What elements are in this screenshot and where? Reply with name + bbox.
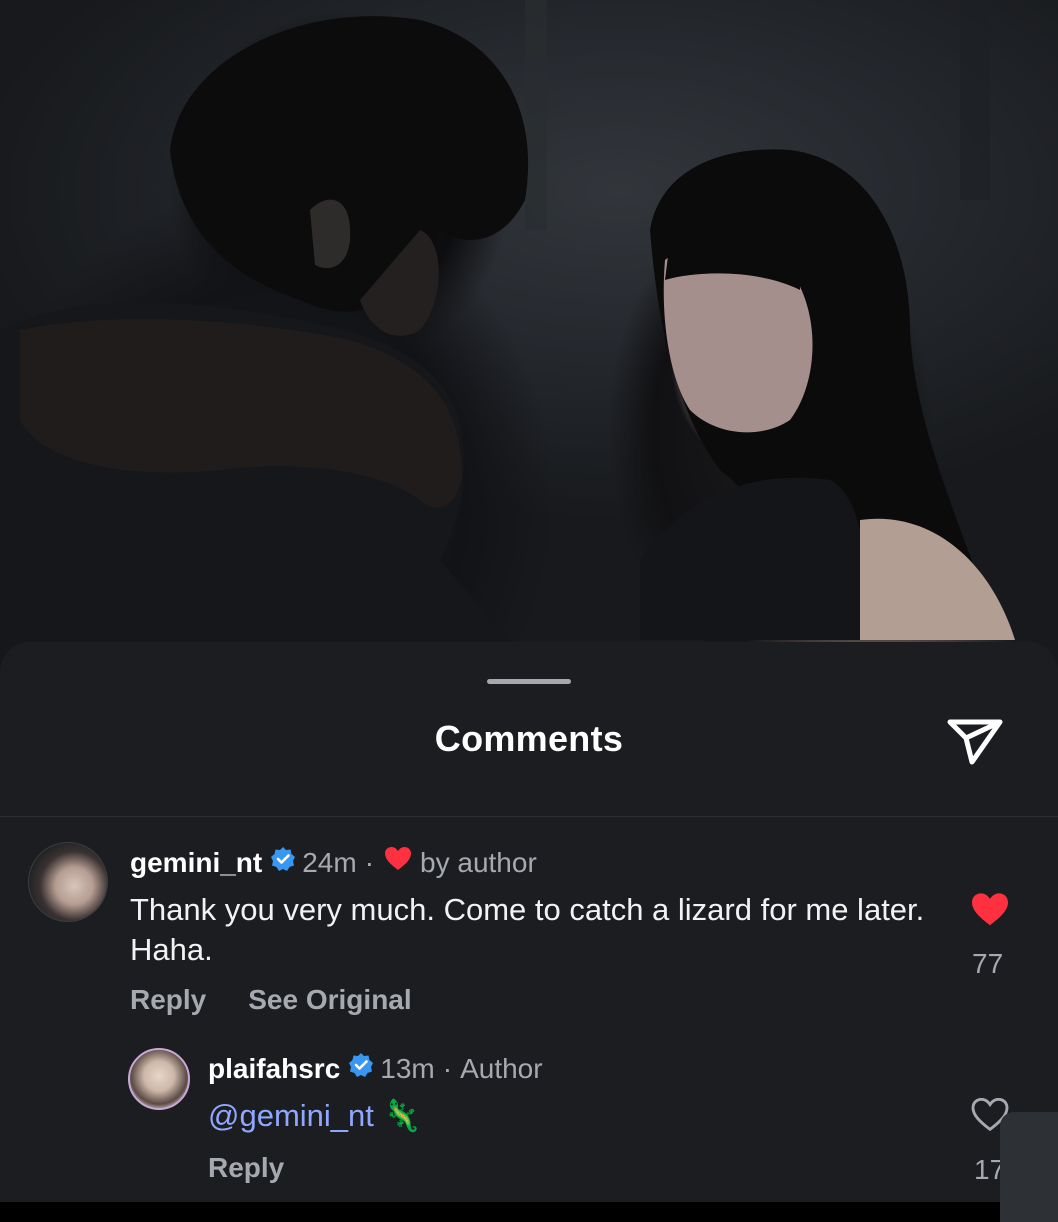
avatar[interactable] [128, 1048, 190, 1110]
verified-badge-icon [270, 846, 296, 879]
photo-scene [0, 0, 1015, 700]
sheet-drag-handle[interactable] [487, 679, 571, 684]
reply-meta: plaifahsrc 13m · Author [208, 1052, 543, 1085]
reply-text: @gemini_nt 🦎 [208, 1096, 421, 1136]
send-paper-plane-icon[interactable] [944, 712, 1006, 768]
reply-button[interactable]: Reply [208, 1152, 284, 1184]
verified-badge-icon [348, 1052, 374, 1085]
meta-separator: · [442, 1052, 453, 1084]
meta-separator: · [364, 846, 375, 878]
comment-time: 24m [302, 846, 357, 878]
username[interactable]: plaifahsrc [208, 1053, 340, 1085]
heart-icon [384, 846, 412, 879]
lizard-emoji: 🦎 [382, 1098, 422, 1133]
username[interactable]: gemini_nt [130, 847, 262, 879]
author-badge: Author [460, 1052, 543, 1084]
like-count: 77 [972, 948, 1004, 979]
comment-text: Thank you very much. Come to catch a liz… [130, 892, 925, 967]
comment-meta: gemini_nt 24m · by author [130, 846, 537, 879]
sheet-divider [0, 816, 1058, 817]
comment-time: 13m [380, 1052, 435, 1084]
avatar[interactable] [28, 842, 108, 922]
like-heart-filled-icon[interactable] [970, 892, 1010, 933]
mention-link[interactable]: @gemini_nt [208, 1098, 374, 1133]
see-original-button[interactable]: See Original [248, 984, 411, 1016]
reply-button[interactable]: Reply [130, 984, 206, 1016]
reply-actions: Reply [208, 1152, 284, 1184]
post-photo [0, 0, 1058, 700]
comment-actions: Reply See Original [130, 984, 412, 1016]
sheet-title: Comments [434, 718, 624, 759]
overlay-corner-button[interactable] [1000, 1112, 1058, 1222]
liked-by-author-label: by author [420, 846, 537, 878]
